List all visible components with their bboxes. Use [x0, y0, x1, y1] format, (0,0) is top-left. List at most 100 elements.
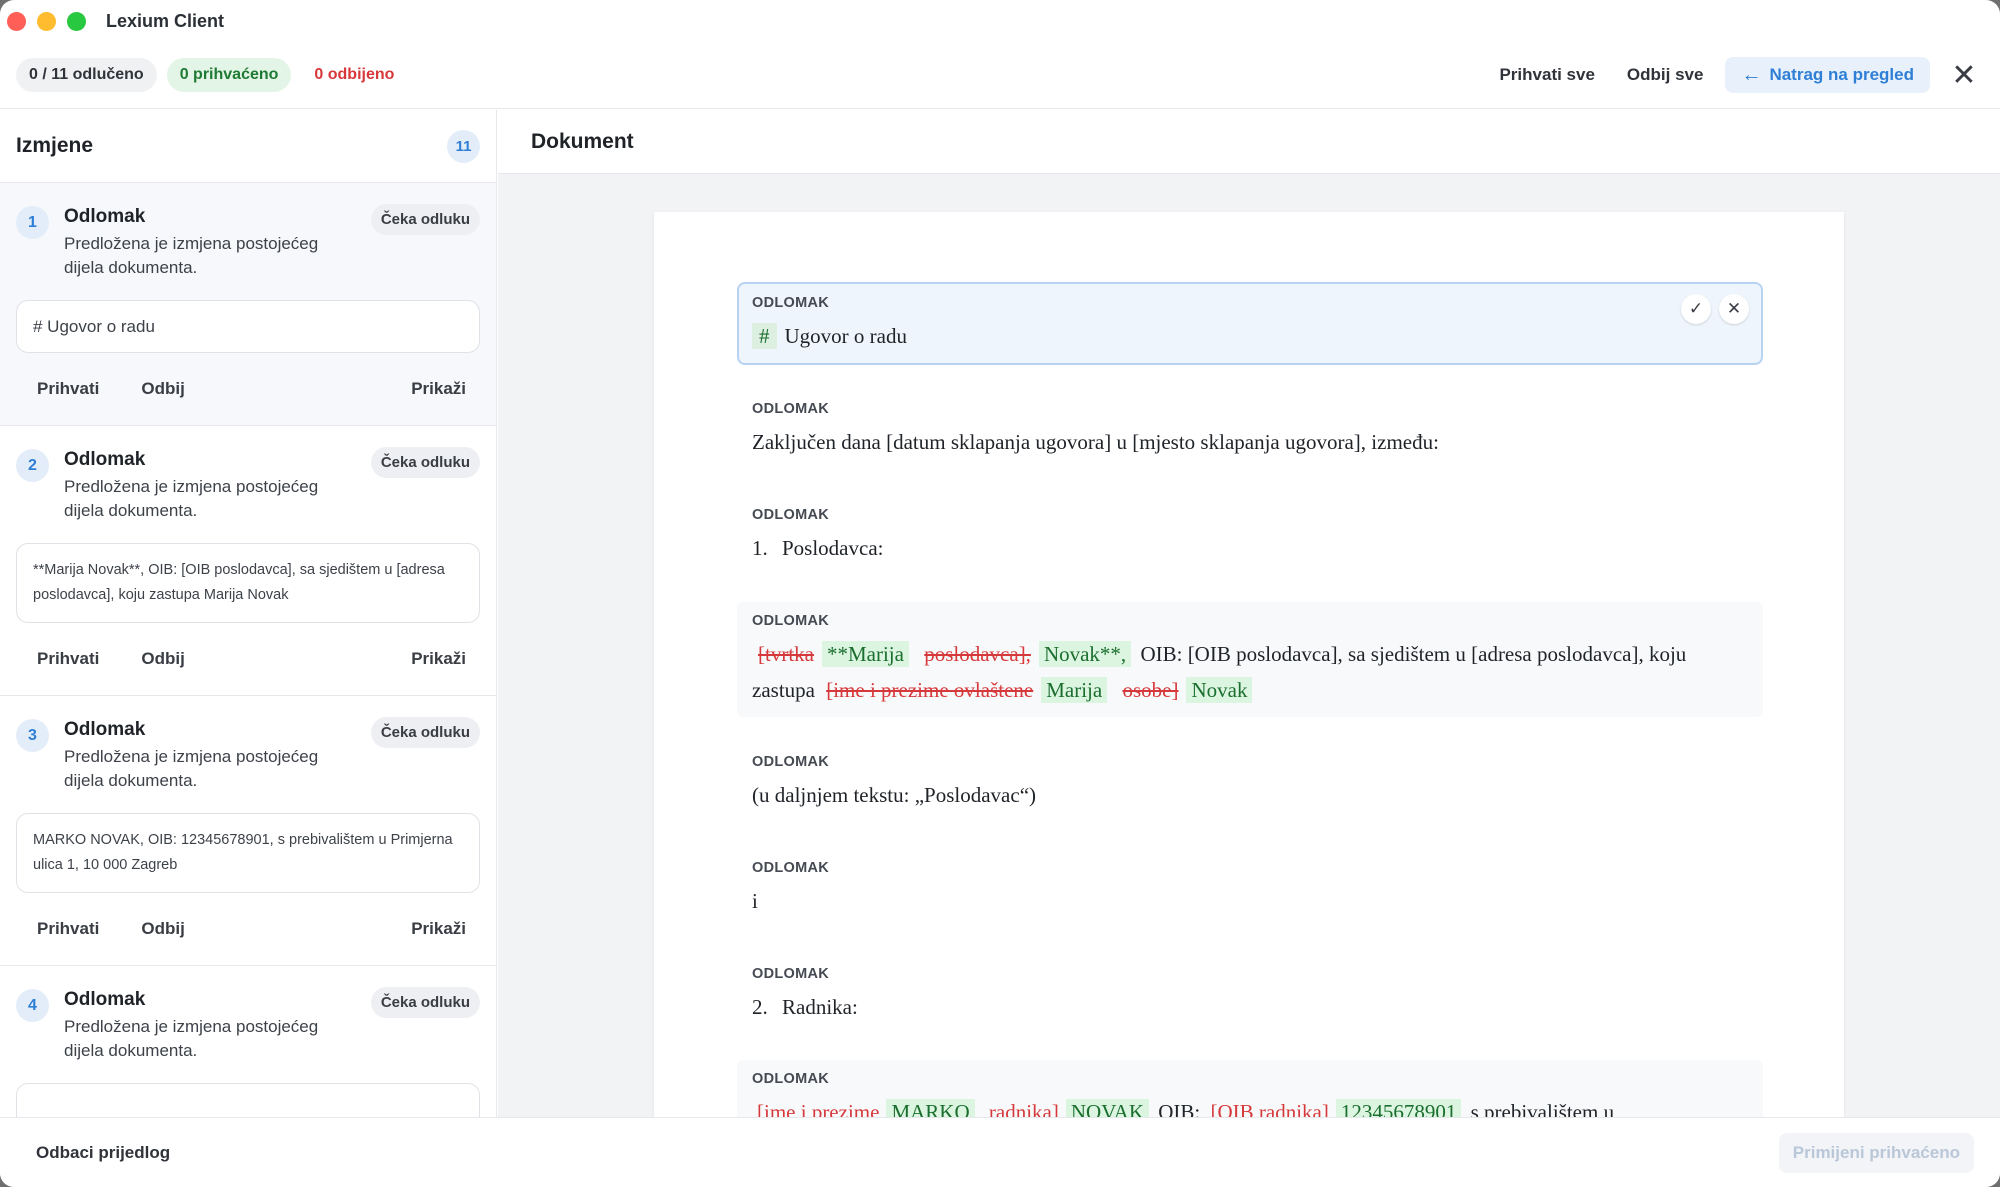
apply-accepted-button[interactable]: Primijeni prihvaćeno	[1778, 1132, 1974, 1173]
card-text: Odlomak Predložena je izmjena postojećeg…	[64, 987, 371, 1063]
card-header: 1 Odlomak Predložena je izmjena postojeć…	[16, 204, 480, 280]
title-bar: Lexium Client	[0, 0, 2000, 42]
paragraph-text: 1. Poslodavca:	[752, 530, 1748, 566]
deleted-text: osobe]	[1122, 678, 1179, 702]
paragraph[interactable]: ODLOMAK 1. Poslodavca:	[737, 505, 1763, 566]
close-window-button[interactable]	[7, 11, 26, 31]
card-description: Predložena je izmjena postojećeg dijela …	[64, 234, 319, 277]
show-change-button[interactable]: Prikaži	[390, 379, 480, 399]
paragraph-label: ODLOMAK	[752, 295, 830, 311]
toolbar-actions: Prihvati sve Odbij sve ← Natrag na pregl…	[1483, 55, 1984, 95]
reject-change-button[interactable]: Odbij	[120, 379, 205, 399]
change-card[interactable]: 4 Odlomak Predložena je izmjena postojeć…	[0, 966, 496, 1117]
paragraph[interactable]: ODLOMAK i	[737, 858, 1763, 919]
paragraph-text: i	[752, 889, 758, 913]
inserted-text: Marija	[1041, 677, 1108, 703]
review-toolbar: 0 / 11 odlučeno 0 prihvaćeno 0 odbijeno …	[0, 42, 2000, 109]
inserted-text: Novak**,	[1038, 641, 1132, 667]
status-badge: Čeka odluku	[370, 447, 480, 478]
card-header: 2 Odlomak Predložena je izmjena postojeć…	[16, 447, 480, 523]
paragraph-text: [ime i prezime MARKO radnika] NOVAK OIB: […	[752, 1094, 1748, 1117]
change-number: 1	[16, 206, 49, 239]
list-number: 2.	[752, 995, 768, 1019]
change-card[interactable]: 3 Odlomak Predložena je izmjena postojeć…	[0, 696, 496, 966]
paragraph-body: s prebivalištem u	[1470, 1100, 1615, 1117]
discard-proposal-button[interactable]: Odbaci prijedlog	[22, 1135, 184, 1171]
paragraph-label: ODLOMAK	[752, 966, 830, 982]
paragraph-actions: ✓ ✕	[1681, 294, 1749, 324]
change-preview: MARKO NOVAK, OIB: 12345678901, s prebiva…	[16, 813, 480, 893]
paragraph-label: ODLOMAK	[752, 507, 830, 523]
reject-change-button[interactable]: Odbij	[120, 919, 205, 939]
minimize-window-button[interactable]	[37, 11, 56, 31]
card-header: 4 Odlomak Predložena je izmjena postojeć…	[16, 987, 480, 1063]
sidebar-title: Izmjene	[16, 134, 94, 157]
show-change-button[interactable]: Prikaži	[390, 649, 480, 669]
deleted-text: [tvrtka	[758, 642, 814, 666]
change-card[interactable]: 1 Odlomak Predložena je izmjena postojeć…	[0, 183, 496, 426]
close-icon[interactable]: ✕	[1719, 294, 1749, 324]
deleted-text: [ime i prezime ovlaštene	[826, 678, 1034, 702]
card-description: Predložena je izmjena postojećeg dijela …	[64, 747, 319, 790]
paragraph-text: (u daljnjem tekstu: „Poslodavac“)	[752, 783, 1037, 807]
paragraph[interactable]: ODLOMAK Zaključen dana [datum sklapanja …	[737, 399, 1763, 460]
changes-count-badge: 11	[447, 129, 480, 163]
inserted-text: Novak	[1186, 677, 1253, 703]
card-title: Odlomak	[64, 206, 146, 227]
paragraph-text: # Ugovor o radu	[752, 318, 1748, 354]
accept-change-button[interactable]: Prihvati	[16, 649, 120, 669]
reject-change-button[interactable]: Odbij	[120, 649, 205, 669]
change-number: 2	[16, 449, 49, 482]
card-description: Predložena je izmjena postojećeg dijela …	[64, 477, 319, 520]
paragraph-text: Zaključen dana [datum sklapanja ugovora]…	[752, 430, 1439, 454]
status-badge: Čeka odluku	[370, 717, 480, 748]
card-text: Odlomak Predložena je izmjena postojećeg…	[64, 204, 371, 280]
deleted-text: [OIB radnika]	[1210, 1100, 1329, 1117]
arrow-left-icon: ←	[1741, 63, 1762, 86]
accepted-count-badge: 0 prihvaćeno	[166, 58, 292, 92]
paragraph[interactable]: ODLOMAK (u daljnjem tekstu: „Poslodavac“…	[737, 752, 1763, 813]
heading-text: Ugovor o radu	[784, 324, 907, 348]
card-actions: Prihvati Odbij Prikaži	[16, 353, 480, 425]
paragraph-label: ODLOMAK	[752, 754, 830, 770]
paragraph[interactable]: ODLOMAK 2. Radnika:	[737, 964, 1763, 1025]
change-preview	[16, 1083, 480, 1117]
check-icon[interactable]: ✓	[1681, 294, 1711, 324]
list-text: Radnika:	[782, 995, 858, 1019]
paragraph-label: ODLOMAK	[752, 860, 830, 876]
back-to-overview-button[interactable]: ← Natrag na pregled	[1725, 57, 1930, 93]
paragraph-selected[interactable]: ODLOMAK # Ugovor o radu ✓ ✕	[737, 282, 1763, 365]
document-title: Dokument	[531, 129, 634, 153]
paragraph-changed[interactable]: ODLOMAK [tvrtka **Marija poslodavca], Nova…	[737, 602, 1763, 717]
paragraph-text: 2. Radnika:	[752, 989, 1748, 1025]
paragraph-changed[interactable]: ODLOMAK [ime i prezime MARKO radnika] NOVA…	[737, 1060, 1763, 1117]
show-change-button[interactable]: Prikaži	[390, 919, 480, 939]
zoom-window-button[interactable]	[67, 11, 86, 31]
rejected-count-badge: 0 odbijeno	[314, 66, 395, 83]
bottom-action-bar: Odbaci prijedlog Primijeni prihvaćeno	[0, 1117, 2000, 1187]
card-title: Odlomak	[64, 719, 146, 740]
document-page: ODLOMAK # Ugovor o radu ✓ ✕ ODLOMAK Zaklj…	[654, 212, 1844, 1117]
paragraph-label: ODLOMAK	[752, 613, 830, 629]
inserted-text: 12345678901	[1335, 1099, 1462, 1117]
reject-all-button[interactable]: Odbij sve	[1611, 57, 1720, 93]
list-number: 1.	[752, 536, 768, 560]
inserted-text: NOVAK	[1065, 1099, 1149, 1117]
change-number: 3	[16, 719, 49, 752]
change-card[interactable]: 2 Odlomak Predložena je izmjena postojeć…	[0, 426, 496, 696]
accept-change-button[interactable]: Prihvati	[16, 379, 120, 399]
card-description: Predložena je izmjena postojećeg dijela …	[64, 1017, 319, 1060]
change-preview: **Marija Novak**, OIB: [OIB poslodavca],…	[16, 543, 480, 623]
sidebar-header: Izmjene 11	[0, 110, 496, 183]
inserted-text: #	[752, 323, 777, 349]
card-actions: Prihvati Odbij Prikaži	[16, 893, 480, 965]
app-window: Lexium Client 0 / 11 odlučeno 0 prihvaće…	[0, 0, 2000, 1187]
accept-all-button[interactable]: Prihvati sve	[1483, 57, 1610, 93]
back-to-overview-label: Natrag na pregled	[1769, 65, 1914, 84]
accept-change-button[interactable]: Prihvati	[16, 919, 120, 939]
document-pane: Dokument ODLOMAK # Ugovor o radu ✓ ✕ ODLO…	[498, 110, 2000, 1117]
list-text: Poslodavca:	[782, 536, 884, 560]
inserted-text: **Marija	[821, 641, 909, 667]
deleted-text: [ime i prezime	[757, 1100, 880, 1117]
close-icon[interactable]: ✕	[1944, 55, 1984, 95]
